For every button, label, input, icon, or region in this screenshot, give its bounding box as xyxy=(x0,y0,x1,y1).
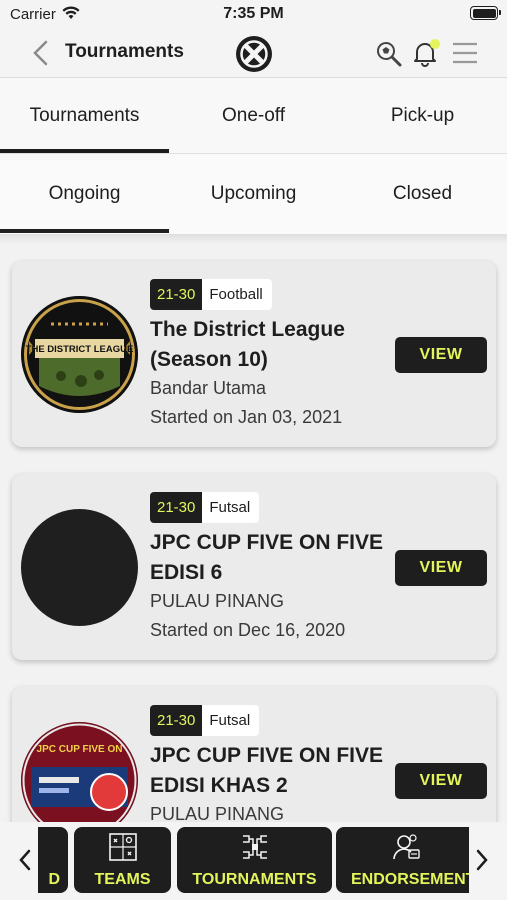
tab-one-off[interactable]: One-off xyxy=(169,78,338,153)
tournament-logo-placeholder xyxy=(21,509,138,626)
status-bar: Carrier 7:35 PM xyxy=(0,0,507,28)
clock: 7:35 PM xyxy=(223,5,284,22)
view-button[interactable]: VIEW xyxy=(395,550,487,586)
league-logo-text: THE DISTRICT LEAGUE xyxy=(26,344,134,355)
tab-tournaments[interactable]: Tournaments xyxy=(0,78,169,153)
tournament-start-date: Started on Jan 03, 2021 xyxy=(150,407,343,427)
scroll-right-arrow-icon[interactable] xyxy=(474,848,490,872)
app-logo-icon[interactable] xyxy=(235,35,273,73)
primary-tab-bar: Tournaments One-off Pick-up xyxy=(0,78,507,154)
back-chevron-icon[interactable] xyxy=(30,40,52,66)
tournament-card[interactable]: THE DISTRICT LEAGUE 21-30 Football The D… xyxy=(12,261,496,447)
status-tab-bar: Ongoing Upcoming Closed xyxy=(0,154,507,234)
bracket-icon xyxy=(242,835,267,859)
bottom-nav-item-partial[interactable]: D xyxy=(38,827,68,893)
view-button[interactable]: VIEW xyxy=(395,337,487,373)
notification-bell-icon[interactable] xyxy=(410,38,440,68)
scroll-left-arrow-icon[interactable] xyxy=(17,848,33,872)
nav-bar: Tournaments xyxy=(0,28,507,78)
age-group-badge: 21-30 xyxy=(150,492,203,523)
tournament-location: PULAU PINANG xyxy=(150,591,285,611)
tournament-location: Bandar Utama xyxy=(150,378,267,398)
endorsement-icon xyxy=(393,834,420,860)
bottom-nav-label: TOURNAMENTS xyxy=(192,871,317,888)
sport-badge: Futsal xyxy=(202,705,260,736)
tab-upcoming[interactable]: Upcoming xyxy=(169,154,338,234)
tab-pick-up[interactable]: Pick-up xyxy=(338,78,507,153)
age-group-badge: 21-30 xyxy=(150,705,203,736)
tournament-logo: THE DISTRICT LEAGUE xyxy=(21,296,138,413)
teams-icon xyxy=(108,833,137,861)
age-group-badge: 21-30 xyxy=(150,279,203,310)
tournament-title: JPC CUP FIVE ON FIVE EDISI KHAS 2 xyxy=(150,744,383,797)
sport-badge: Football xyxy=(202,279,272,310)
tab-ongoing[interactable]: Ongoing xyxy=(0,154,169,234)
bottom-nav-label: ENDORSEMENT xyxy=(351,871,469,888)
view-button[interactable]: VIEW xyxy=(395,763,487,799)
tournament-title: JPC CUP FIVE ON FIVE EDISI 6 xyxy=(150,531,383,584)
hamburger-menu-icon[interactable] xyxy=(451,40,479,66)
bottom-nav-item-endorsement[interactable]: ENDORSEMENT xyxy=(336,827,469,893)
sport-badge: Futsal xyxy=(202,492,260,523)
category-chips: 21-30 Futsal xyxy=(150,705,260,736)
jpc-logo-text: JPC CUP FIVE ON xyxy=(37,744,123,755)
search-ball-icon[interactable] xyxy=(375,40,403,68)
tab-closed[interactable]: Closed xyxy=(338,154,507,234)
tournament-start-date: Started on Dec 16, 2020 xyxy=(150,620,346,640)
bottom-nav-label: D xyxy=(48,871,60,888)
bottom-nav-item-tournaments[interactable]: TOURNAMENTS xyxy=(177,827,332,893)
bottom-nav-scroller[interactable]: D TEAMS TOURNAMENTS ENDORSEMENT xyxy=(38,822,469,900)
tournament-card[interactable]: 21-30 Futsal JPC CUP FIVE ON FIVE EDISI … xyxy=(12,474,496,660)
battery-icon xyxy=(470,6,501,20)
bottom-nav-item-teams[interactable]: TEAMS xyxy=(74,827,171,893)
tournament-title: The District League (Season 10) xyxy=(150,318,345,371)
bottom-nav-bar: D TEAMS TOURNAMENTS ENDORSEMENT xyxy=(0,822,507,900)
category-chips: 21-30 Futsal xyxy=(150,492,260,523)
category-chips: 21-30 Football xyxy=(150,279,272,310)
nav-title: Tournaments xyxy=(65,41,184,62)
divider xyxy=(0,234,507,244)
bottom-nav-label: TEAMS xyxy=(94,871,151,888)
